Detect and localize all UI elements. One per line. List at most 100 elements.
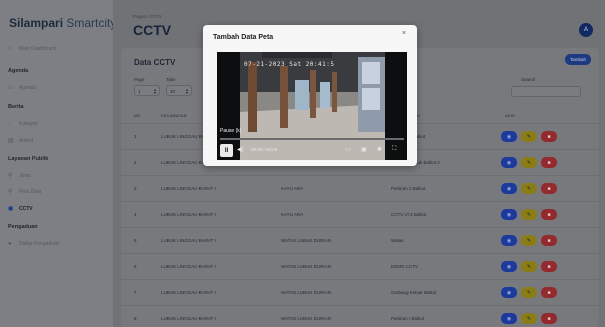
sidebar-item-kategori[interactable]: ◌ Kategori bbox=[8, 121, 38, 127]
table-row: 5 LUBUK LINGGAU BARAT I WATAS LUBUK DURIAN… bbox=[121, 227, 599, 253]
pause-button[interactable]: II bbox=[220, 144, 233, 157]
delete-button[interactable]: ■ bbox=[541, 183, 557, 194]
row-number: 6 bbox=[134, 264, 137, 269]
card-title: Data CCTV bbox=[134, 58, 176, 67]
delete-button[interactable]: ■ bbox=[541, 235, 557, 246]
view-button[interactable]: ◉ bbox=[501, 183, 517, 194]
sidebar-item-cctv[interactable]: ◉ CCTV bbox=[8, 206, 33, 212]
table-row: 3 LUBUK LINGGAU BARAT I KAYU ARA Parkiran 2… bbox=[121, 175, 599, 201]
delete-button[interactable]: ■ bbox=[541, 131, 557, 142]
eye-icon: ◉ bbox=[506, 159, 512, 166]
pin-icon: ⚲ bbox=[8, 173, 13, 179]
row-kecamatan: LUBUK LINGGAU BARAT I bbox=[161, 212, 216, 217]
fullscreen-icon[interactable]: ⛶ bbox=[392, 146, 396, 153]
close-icon[interactable]: × bbox=[402, 30, 406, 37]
sidebar: Silampari Smartcity ⌂ Main Dashboard Age… bbox=[0, 0, 116, 327]
sidebar-item-label: Daftar Pengaduan bbox=[19, 241, 60, 247]
delete-button[interactable]: ■ bbox=[541, 313, 557, 324]
pip-icon[interactable]: ▭ bbox=[345, 146, 351, 153]
pencil-icon: ✎ bbox=[526, 315, 532, 322]
cctv-video-player[interactable]: 07-21-2023 Sat 20:41:5 Pause (k) II ◀) 0… bbox=[217, 52, 407, 160]
map-pin-icon: ⚲ bbox=[8, 189, 13, 195]
edit-button[interactable]: ✎ bbox=[521, 157, 537, 168]
volume-icon[interactable]: ◀) bbox=[237, 146, 244, 153]
brand-logo[interactable]: Silampari Smartcity bbox=[9, 16, 116, 30]
row-kecamatan: LUBUK LINGGAU BARAT I bbox=[161, 316, 216, 321]
edit-button[interactable]: ✎ bbox=[521, 287, 537, 298]
row-kecamatan: LUBUK LINGGAU BARAT I bbox=[161, 186, 216, 191]
sidebar-item-label: Agenda bbox=[19, 85, 37, 91]
sidebar-section-layanan-publik: Layanan Publik bbox=[8, 156, 49, 162]
row-actions: ◉ ✎ ■ bbox=[501, 209, 557, 220]
delete-button[interactable]: ■ bbox=[541, 157, 557, 168]
subtitles-icon[interactable]: ▣ bbox=[361, 146, 367, 153]
trash-icon: ■ bbox=[547, 211, 551, 218]
row-kecamatan: LUBUK LINGGAU BARAT I bbox=[161, 264, 216, 269]
row-number: 5 bbox=[134, 238, 137, 243]
camera-icon: ◉ bbox=[8, 206, 14, 212]
eye-icon: ◉ bbox=[506, 237, 512, 244]
view-button[interactable]: ◉ bbox=[501, 157, 517, 168]
settings-gear-icon[interactable]: ✱ bbox=[377, 146, 382, 153]
trash-icon: ■ bbox=[547, 185, 551, 192]
eye-icon: ◉ bbox=[506, 133, 512, 140]
video-progress-bar[interactable] bbox=[220, 138, 404, 140]
column-header-kecamatan: KECAMATAN bbox=[161, 114, 187, 118]
pencil-icon: ✎ bbox=[526, 237, 532, 244]
row-kecamatan: LUBUK LINGGAU BARAT I bbox=[161, 290, 216, 295]
row-kelurahan: WATAS LUBUK DURIAN bbox=[281, 238, 331, 243]
row-kelurahan: WATAS LUBUK DURIAN bbox=[281, 264, 331, 269]
trash-icon: ■ bbox=[547, 289, 551, 296]
table-row: 8 LUBUK LINGGAU BARAT I WATAS LUBUK DURIAN… bbox=[121, 305, 599, 327]
sidebar-item-jenis[interactable]: ⚲ Jenis bbox=[8, 173, 31, 179]
pencil-icon: ✎ bbox=[526, 159, 532, 166]
view-button[interactable]: ◉ bbox=[501, 313, 517, 324]
view-button[interactable]: ◉ bbox=[501, 261, 517, 272]
view-button[interactable]: ◉ bbox=[501, 235, 517, 246]
edit-button[interactable]: ✎ bbox=[521, 313, 537, 324]
sidebar-item-agenda[interactable]: ▭ Agenda bbox=[8, 85, 36, 91]
row-number: 1 bbox=[134, 134, 137, 139]
eye-icon: ◉ bbox=[506, 289, 512, 296]
search-input[interactable] bbox=[511, 86, 581, 97]
row-number: 4 bbox=[134, 212, 137, 217]
take-select[interactable]: 10 ▴ ▾ bbox=[166, 85, 192, 96]
edit-button[interactable]: ✎ bbox=[521, 183, 537, 194]
alert-icon: ● bbox=[8, 241, 12, 247]
row-number: 3 bbox=[134, 186, 137, 191]
edit-button[interactable]: ✎ bbox=[521, 235, 537, 246]
sidebar-item-label: Peta Data bbox=[19, 189, 42, 195]
sidebar-section-agenda: Agenda bbox=[8, 68, 29, 74]
trash-icon: ■ bbox=[547, 133, 551, 140]
add-map-data-modal: Tambah Data Peta × 07-21-2023 Sat 20:41:… bbox=[203, 25, 417, 166]
view-button[interactable]: ◉ bbox=[501, 287, 517, 298]
delete-button[interactable]: ■ bbox=[541, 287, 557, 298]
stepper-icon: ▴ ▾ bbox=[153, 87, 156, 95]
pencil-icon: ✎ bbox=[526, 211, 532, 218]
view-button[interactable]: ◉ bbox=[501, 209, 517, 220]
column-header-aksi: AKSI bbox=[505, 114, 515, 118]
sidebar-section-pengaduan: Pengaduan bbox=[8, 224, 38, 230]
pencil-icon: ✎ bbox=[526, 185, 532, 192]
row-actions: ◉ ✎ ■ bbox=[501, 183, 557, 194]
delete-button[interactable]: ■ bbox=[541, 209, 557, 220]
row-lokasi: Parkiran 2 Balkot bbox=[391, 186, 426, 191]
page-select[interactable]: 1 ▴ ▾ bbox=[134, 85, 160, 96]
edit-button[interactable]: ✎ bbox=[521, 261, 537, 272]
row-lokasi: Gerbang Keluar Balkot bbox=[391, 290, 437, 295]
edit-button[interactable]: ✎ bbox=[521, 209, 537, 220]
pencil-icon: ✎ bbox=[526, 289, 532, 296]
sidebar-item-main-dashboard[interactable]: ⌂ Main Dashboard bbox=[8, 46, 56, 52]
sidebar-item-artikel[interactable]: ▤ Artikel bbox=[8, 138, 33, 144]
sidebar-item-label: Artikel bbox=[19, 138, 33, 144]
pencil-icon: ✎ bbox=[526, 133, 532, 140]
avatar[interactable]: A bbox=[579, 23, 593, 37]
add-button[interactable]: Tambah bbox=[564, 54, 591, 65]
view-button[interactable]: ◉ bbox=[501, 131, 517, 142]
row-actions: ◉ ✎ ■ bbox=[501, 261, 557, 272]
edit-button[interactable]: ✎ bbox=[521, 131, 537, 142]
sidebar-item-peta-data[interactable]: ⚲ Peta Data bbox=[8, 189, 41, 195]
delete-button[interactable]: ■ bbox=[541, 261, 557, 272]
sidebar-item-daftar-pengaduan[interactable]: ● Daftar Pengaduan bbox=[8, 241, 60, 247]
row-kelurahan: WATAS LUBUK DURIAN bbox=[281, 316, 331, 321]
